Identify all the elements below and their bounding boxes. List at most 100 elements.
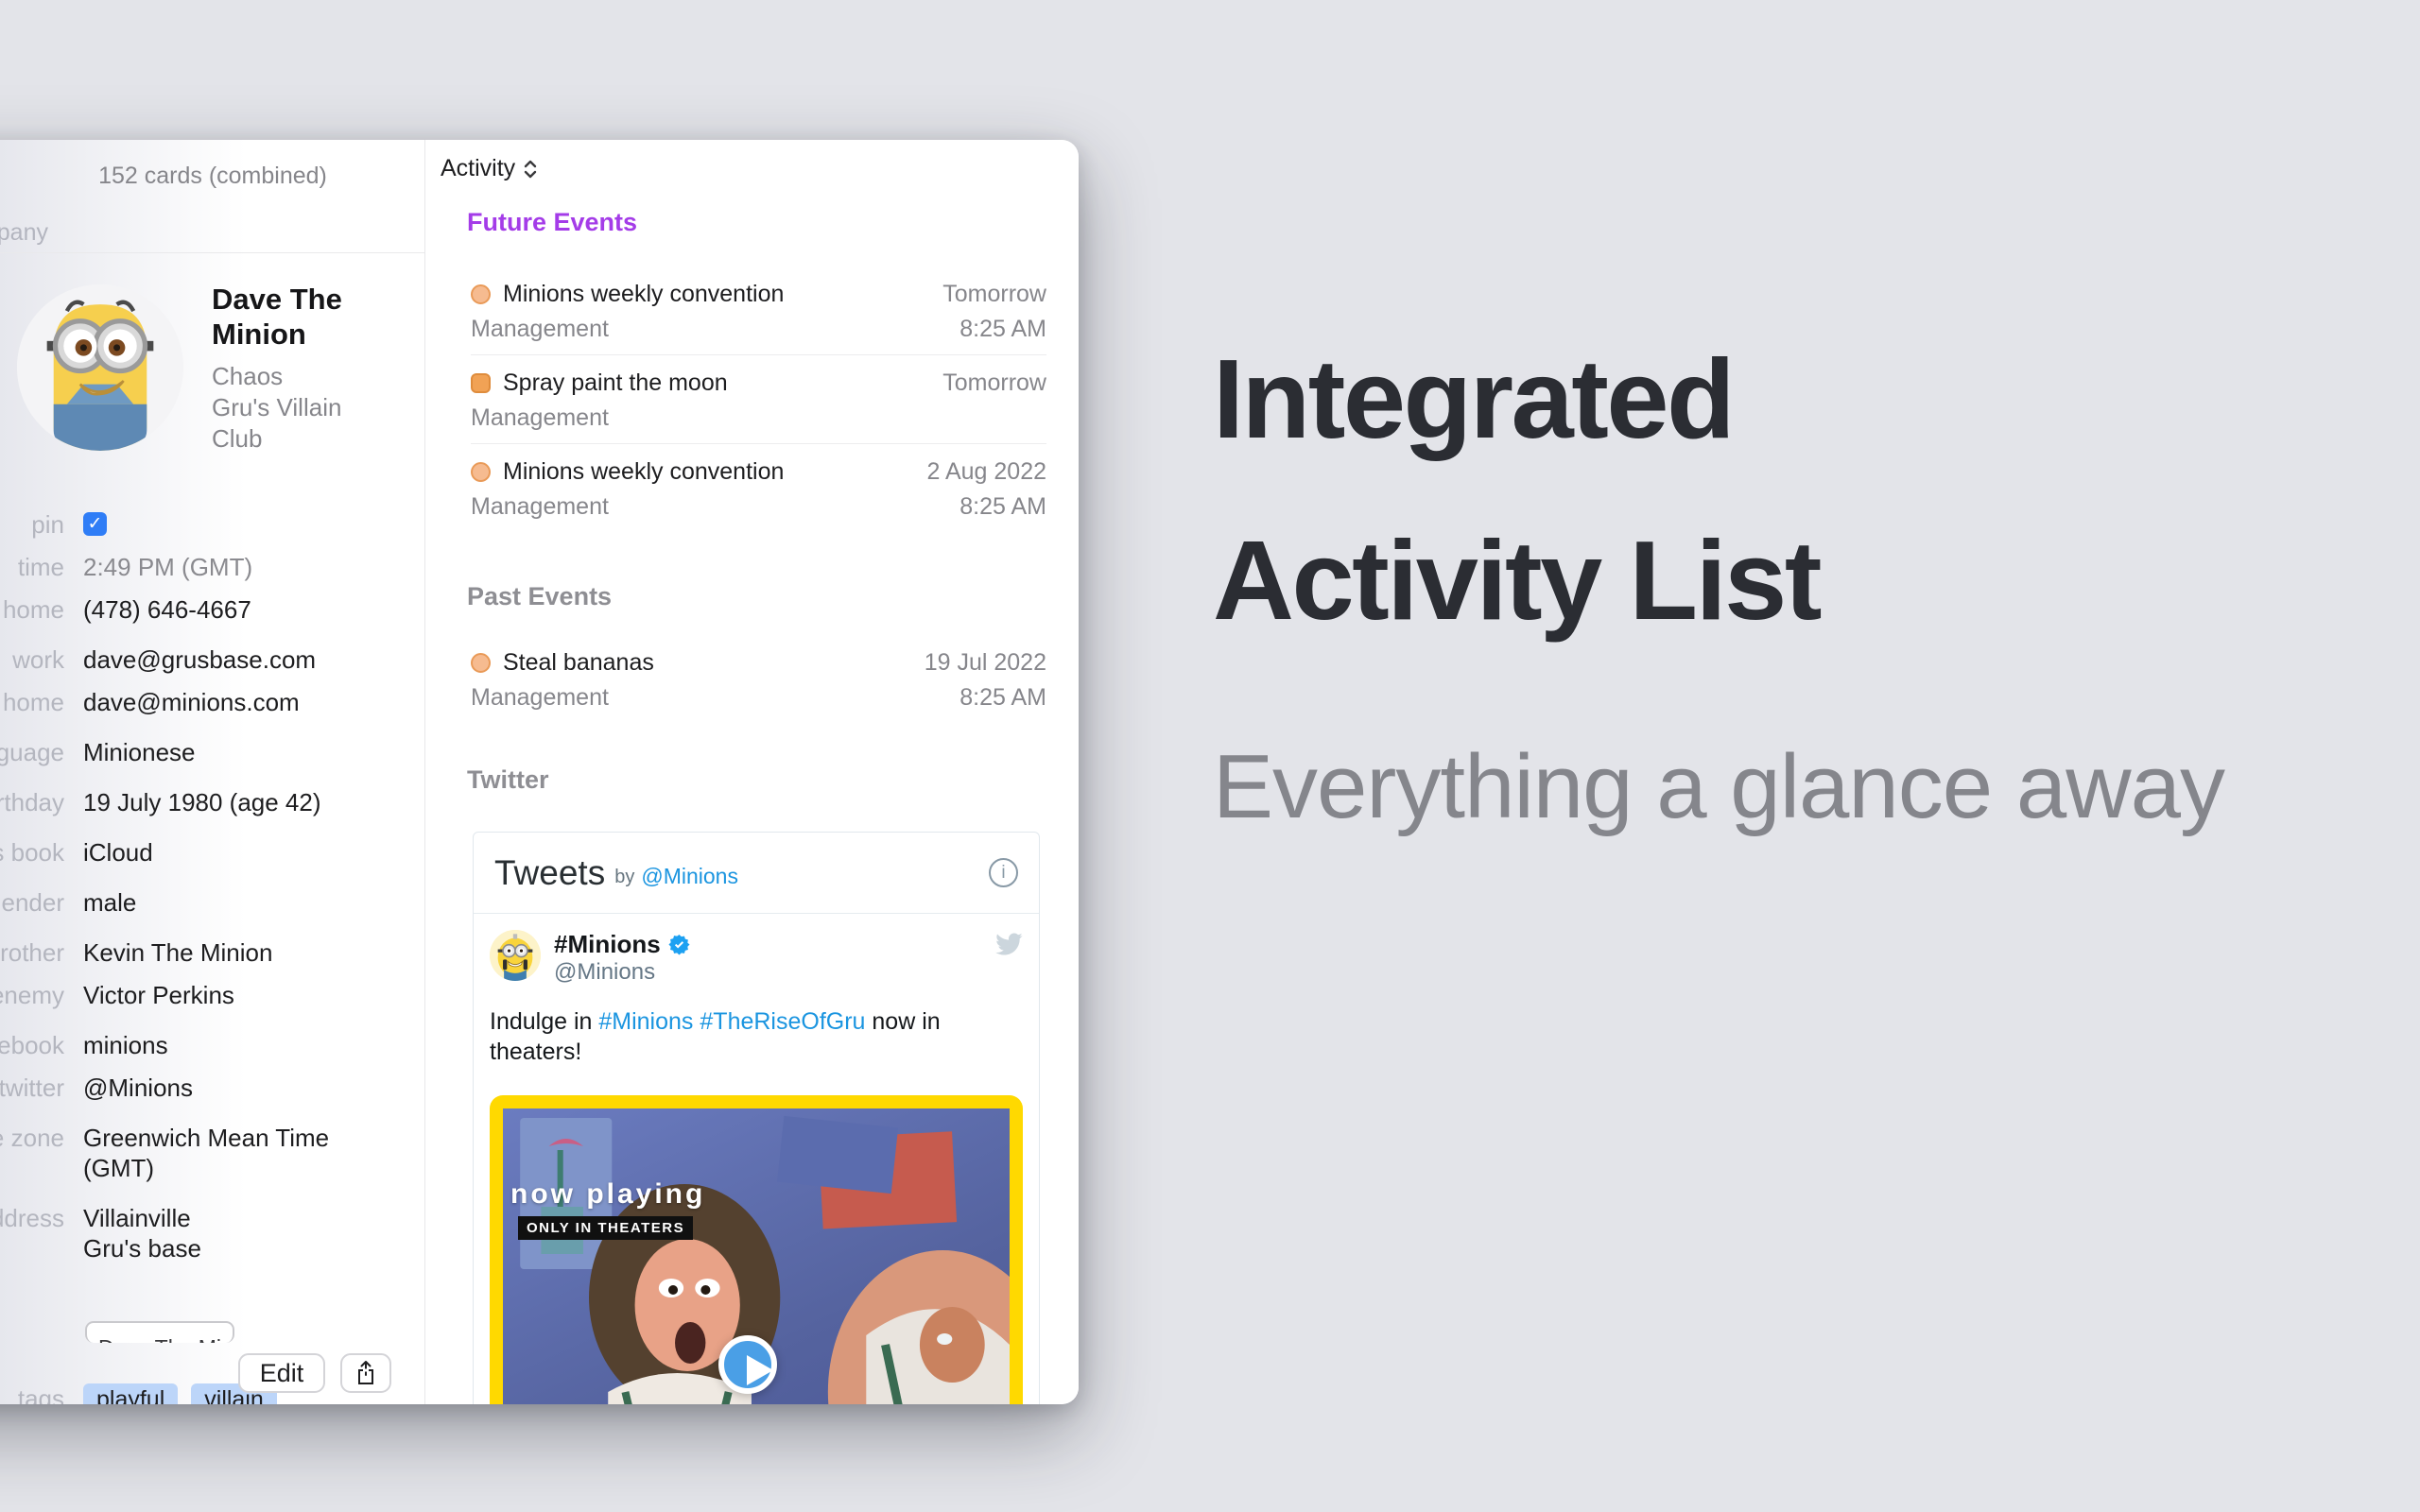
share-button[interactable]: [340, 1353, 391, 1393]
field-label: brother: [0, 937, 64, 968]
tweet-text-segment: #Minions: [598, 1008, 693, 1035]
event-calendar: Management: [471, 684, 959, 712]
tweet-author-handle: @Minions: [554, 959, 655, 985]
tweet-author-name[interactable]: #Minions: [554, 930, 661, 959]
tweets-title: Tweets: [494, 853, 605, 893]
event-title: Minions weekly convention: [503, 458, 926, 486]
field-value: minions: [83, 1030, 168, 1060]
company-field-label: company: [0, 219, 48, 247]
verified-badge-icon: [668, 934, 690, 955]
field-value: (478) 646-4667: [83, 594, 251, 625]
now-playing-badge: now playing: [510, 1178, 705, 1211]
edit-button[interactable]: Edit: [238, 1353, 325, 1393]
field-label: address: [0, 1203, 64, 1233]
chevron-up-down-icon: [523, 159, 538, 180]
field-value: dave@grusbase.com: [83, 644, 316, 675]
event-calendar: Management: [471, 404, 1046, 432]
tweet-widget-header: Tweets by @Minions i: [474, 833, 1039, 914]
contact-field-row: twitter @Minions: [0, 1073, 425, 1103]
event-row[interactable]: Spray paint the moon Tomorrow Management: [471, 354, 1046, 443]
event-date: Tomorrow: [942, 281, 1046, 308]
field-label: time: [0, 552, 64, 582]
contact-field-row: address book iCloud: [0, 837, 425, 868]
field-value: dave@minions.com: [83, 687, 300, 717]
contact-field-row: brother Kevin The Minion: [0, 937, 425, 968]
contact-field-row: time zone Greenwich Mean Time (GMT): [0, 1123, 425, 1183]
edited-by-chip[interactable]: Dave The Minion: [85, 1321, 234, 1343]
event-calendar: Management: [471, 493, 959, 521]
tweet-author-avatar: [490, 930, 541, 981]
video-thumbnail: now playing ONLY IN THEATERS: [503, 1108, 1010, 1404]
minion-cartoon-avatar: [490, 930, 541, 981]
twitter-timeline-widget: Tweets by @Minions i: [473, 832, 1040, 1404]
future-events-list: Minions weekly convention Tomorrow Manag…: [471, 266, 1046, 532]
field-value: Villainville Gru's base: [83, 1203, 201, 1263]
contact-identity: Dave The Minion Chaos Gru's Villain Club: [212, 282, 372, 455]
field-label: time zone: [0, 1123, 64, 1153]
field-value: Greenwich Mean Time (GMT): [83, 1123, 329, 1183]
tweet-media[interactable]: now playing ONLY IN THEATERS: [490, 1095, 1023, 1404]
contact-name: Dave The Minion: [212, 282, 372, 352]
event-row[interactable]: Steal bananas 19 Jul 2022 Management 8:2…: [471, 635, 1046, 723]
field-label: language: [0, 737, 64, 767]
field-label: home: [0, 687, 64, 717]
tags-label: tags: [0, 1383, 64, 1404]
field-value: @Minions: [83, 1073, 193, 1103]
edited-by-chip-text: Dave The Minion: [98, 1335, 233, 1343]
field-label: home: [0, 594, 64, 625]
past-events-title: Past Events: [467, 582, 612, 611]
tweet[interactable]: #Minions @Minions Indulge i: [474, 914, 1039, 1404]
hero-title-line1: Integrated: [1213, 335, 1733, 464]
share-icon: [355, 1360, 376, 1386]
tweet-text: Indulge in #Minions #TheRiseOfGru now in…: [490, 1006, 1023, 1067]
activity-pane: Activity Future Events Minions weekly co…: [425, 140, 1079, 1404]
field-label: birthday: [0, 787, 64, 817]
contact-organization: Gru's Villain Club: [212, 392, 372, 455]
field-label: facebook: [0, 1030, 64, 1060]
contact-card-pane: 152 cards (combined) company: [0, 140, 425, 1404]
pin-checkbox[interactable]: [83, 512, 107, 536]
play-button[interactable]: [718, 1335, 777, 1394]
field-value-muted: 2:49 PM (GMT): [83, 552, 252, 582]
field-label: address book: [0, 837, 64, 868]
twitter-bird-icon[interactable]: [994, 930, 1023, 958]
field-value: iCloud: [83, 837, 153, 868]
contact-field-row: work dave@grusbase.com: [0, 644, 425, 675]
twitter-section-title: Twitter: [467, 765, 549, 795]
contact-app-window: 152 cards (combined) company: [0, 140, 1079, 1404]
event-row[interactable]: Minions weekly convention 2 Aug 2022 Man…: [471, 443, 1046, 532]
event-row[interactable]: Minions weekly convention Tomorrow Manag…: [471, 266, 1046, 354]
field-value: 19 July 1980 (age 42): [83, 787, 321, 817]
event-date: Tomorrow: [942, 369, 1046, 397]
event-title: Steal bananas: [503, 649, 925, 677]
tweets-handle-link[interactable]: @Minions: [641, 864, 738, 889]
event-type-icon: [471, 653, 491, 673]
minion-avatar-illustration: [17, 284, 183, 451]
card-count-header: 152 cards (combined): [0, 163, 425, 190]
event-title: Spray paint the moon: [503, 369, 942, 397]
tweet-text-segment: #TheRiseOfGru: [700, 1008, 865, 1035]
hero-title-line2: Activity List: [1213, 516, 1820, 645]
contact-field-row: enemy Victor Perkins: [0, 980, 425, 1010]
event-calendar: Management: [471, 316, 959, 343]
only-in-theaters-badge: ONLY IN THEATERS: [518, 1216, 693, 1240]
tag-pill[interactable]: playful: [83, 1383, 178, 1404]
tweets-by-label: by: [614, 867, 634, 888]
event-date: 19 Jul 2022: [925, 649, 1046, 677]
contact-field-row: time 2:49 PM (GMT): [0, 552, 425, 582]
activity-view-selector[interactable]: Activity: [441, 155, 538, 182]
contact-field-row: facebook minions: [0, 1030, 425, 1060]
event-time: 8:25 AM: [959, 316, 1046, 343]
field-label: gender: [0, 887, 64, 918]
field-value: Victor Perkins: [83, 980, 234, 1010]
field-value: Kevin The Minion: [83, 937, 272, 968]
event-type-icon: [471, 284, 491, 304]
field-label: enemy: [0, 980, 64, 1010]
info-icon[interactable]: i: [989, 858, 1018, 887]
event-title: Minions weekly convention: [503, 281, 942, 308]
event-type-icon: [471, 373, 491, 393]
contact-avatar: [17, 284, 183, 451]
contact-field-row: address Villainville Gru's base: [0, 1203, 425, 1263]
contact-field-row: home dave@minions.com: [0, 687, 425, 717]
field-label: pin: [0, 509, 64, 540]
